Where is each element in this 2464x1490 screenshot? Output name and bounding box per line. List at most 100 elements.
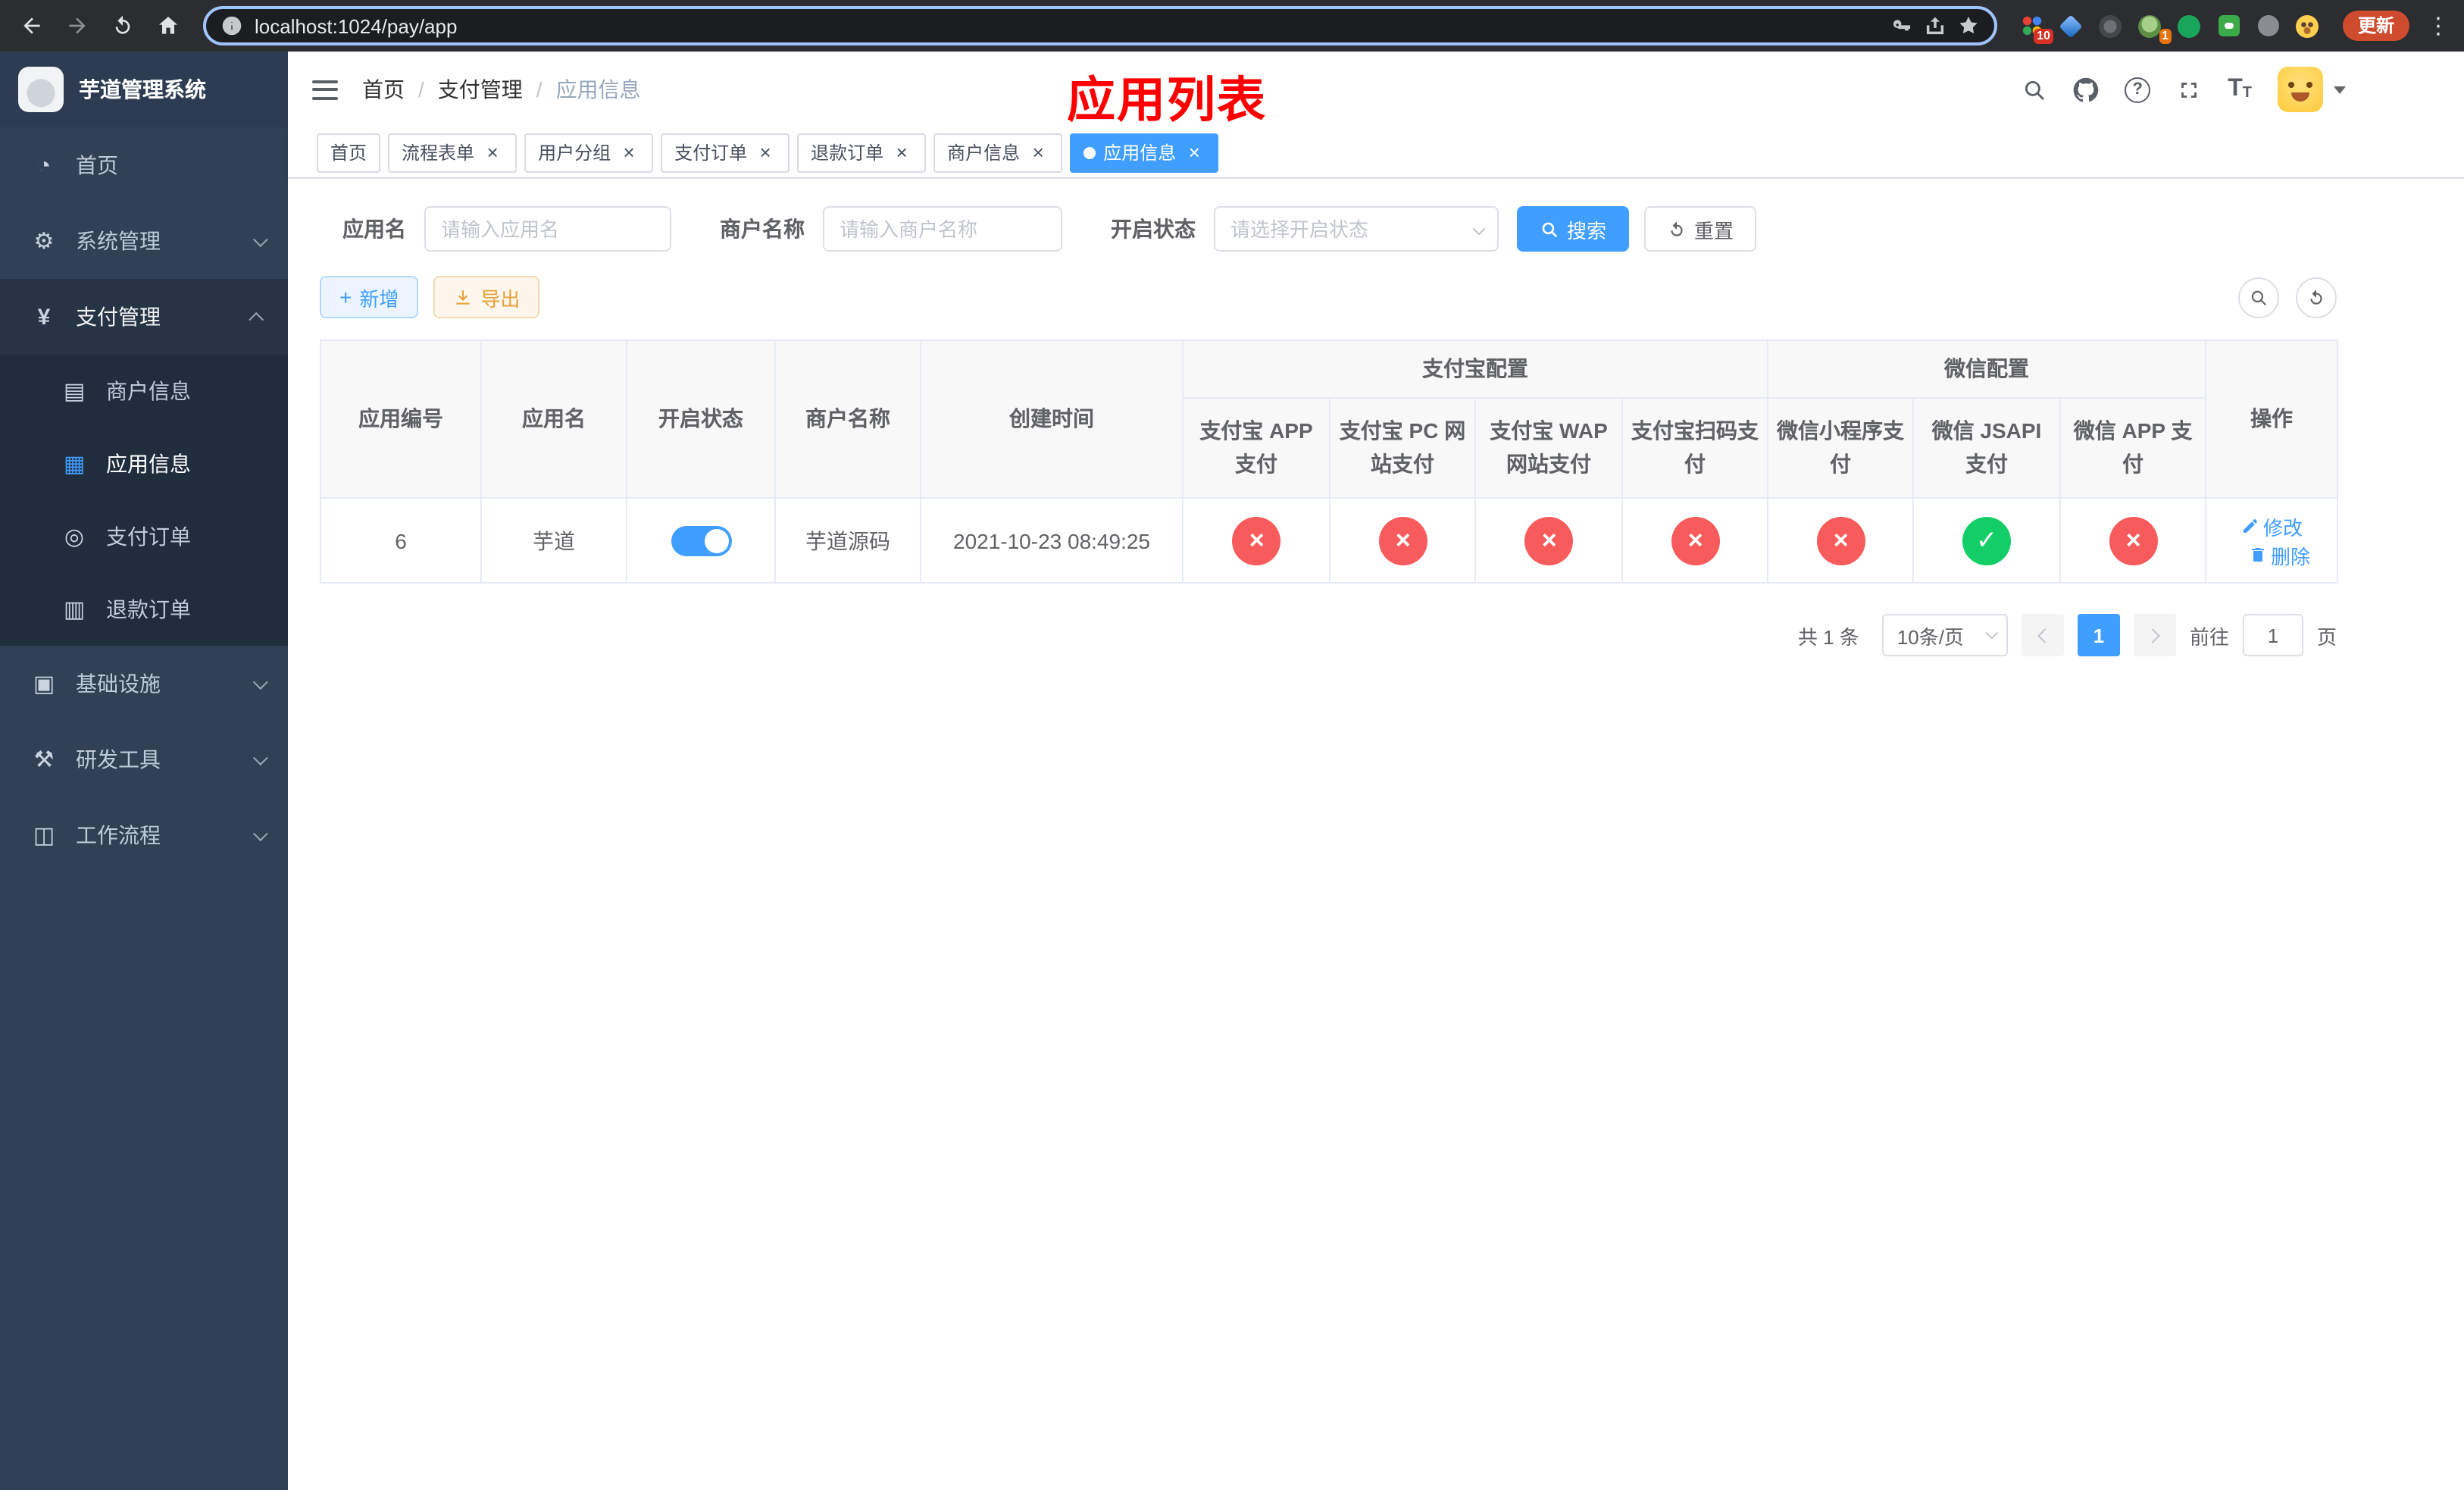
- sidebar-item-devtools[interactable]: ⚒ 研发工具: [0, 722, 288, 797]
- export-button[interactable]: 导出: [433, 276, 540, 318]
- extension-dark-icon[interactable]: [2097, 12, 2125, 39]
- extensions-area: 10 1: [2018, 12, 2322, 44]
- tab-user-group[interactable]: 用户分组 ×: [524, 133, 654, 172]
- forward-button[interactable]: [58, 6, 97, 45]
- sidebar-item-label: 首页: [76, 153, 118, 177]
- reset-button[interactable]: 重置: [1644, 206, 1757, 252]
- yen-icon: ¥: [37, 304, 51, 330]
- infrastructure-icon: ▣: [33, 671, 55, 697]
- refresh-icon: [2310, 289, 2322, 304]
- breadcrumb-item[interactable]: 支付管理: [438, 74, 523, 105]
- sidebar-collapse-icon[interactable]: [312, 80, 338, 99]
- sidebar-item-payment[interactable]: ¥ 支付管理: [0, 279, 288, 355]
- sidebar-item-system[interactable]: ⚙ 系统管理: [0, 203, 288, 279]
- tab-home[interactable]: 首页: [317, 133, 381, 172]
- back-button[interactable]: [12, 6, 52, 45]
- close-icon[interactable]: ×: [1184, 142, 1205, 163]
- goto-page-input[interactable]: [2242, 614, 2303, 656]
- sidebar-item-label: 研发工具: [76, 747, 161, 772]
- extension-green-icon[interactable]: [2176, 12, 2203, 39]
- close-icon[interactable]: ×: [891, 142, 912, 163]
- col-alipay-app: 支付宝 APP 支付: [1182, 397, 1330, 499]
- delete-link[interactable]: 删除: [2248, 540, 2310, 569]
- extension-emoji-icon[interactable]: [2294, 12, 2322, 39]
- site-info-icon[interactable]: [221, 15, 242, 36]
- app-logo: 芋道管理系统: [0, 52, 288, 127]
- table-toolbar: + 新增 导出: [320, 276, 2337, 318]
- dashboard-icon: ◔: [36, 152, 52, 178]
- tab-merchant-info[interactable]: 商户信息 ×: [933, 133, 1063, 172]
- plus-icon: +: [339, 285, 352, 309]
- page-size-select[interactable]: 10条/页: [1881, 614, 2008, 656]
- tab-pay-order[interactable]: 支付订单 ×: [661, 133, 790, 172]
- app-name-input[interactable]: [424, 206, 671, 252]
- add-button[interactable]: + 新增: [320, 276, 419, 318]
- app-title: 芋道管理系统: [79, 77, 206, 102]
- col-alipay-qr: 支付宝扫码支付: [1621, 397, 1768, 499]
- app-name-label: 应用名: [342, 217, 406, 241]
- tab-app-info-active[interactable]: 应用信息 ×: [1070, 133, 1219, 172]
- bookmark-star-icon[interactable]: [1958, 15, 1979, 36]
- sidebar-item-infrastructure[interactable]: ▣ 基础设施: [0, 646, 288, 722]
- extension-avatar-icon[interactable]: 1: [2137, 12, 2172, 44]
- sidebar-item-home[interactable]: ◔ 首页: [0, 127, 288, 203]
- fullscreen-icon[interactable]: [2176, 77, 2202, 102]
- cell-alipay-wap: ×: [1474, 497, 1623, 584]
- sidebar-item-merchant-info[interactable]: ▤ 商户信息: [0, 355, 288, 427]
- close-icon[interactable]: ×: [482, 142, 503, 163]
- refresh-icon: [1671, 221, 1683, 236]
- col-wx-mini: 微信小程序支付: [1767, 397, 1914, 499]
- sidebar-item-workflow[interactable]: ◫ 工作流程: [0, 797, 288, 873]
- sidebar-item-label: 支付管理: [76, 305, 161, 329]
- sidebar-item-app-info[interactable]: ▦ 应用信息: [0, 427, 288, 500]
- col-group-wechat: 微信配置: [1766, 340, 2207, 399]
- edit-link[interactable]: 修改: [2240, 512, 2303, 540]
- close-icon[interactable]: ×: [755, 142, 776, 163]
- merchant-name-input[interactable]: [823, 206, 1062, 252]
- toggle-search-button[interactable]: [2238, 277, 2279, 318]
- tab-process-form[interactable]: 流程表单 ×: [388, 133, 518, 172]
- user-menu[interactable]: [2278, 67, 2346, 112]
- trash-icon: [2251, 548, 2264, 562]
- extension-chat-icon[interactable]: [2215, 12, 2243, 39]
- address-bar[interactable]: localhost:1024/pay/app: [203, 6, 1997, 45]
- cell-status: [626, 497, 776, 584]
- status-select[interactable]: [1214, 206, 1499, 252]
- devtools-icon: ⚒: [33, 747, 55, 773]
- font-size-icon[interactable]: TT: [2228, 77, 2252, 102]
- enabled-toggle[interactable]: [671, 525, 731, 556]
- sidebar-item-pay-order[interactable]: ◎ 支付订单: [0, 500, 288, 573]
- password-key-icon[interactable]: [1891, 15, 1912, 36]
- search-button[interactable]: 搜索: [1517, 206, 1630, 252]
- github-icon[interactable]: [2073, 77, 2099, 102]
- col-wx-app: 微信 APP 支付: [2059, 397, 2207, 499]
- tab-refund-order[interactable]: 退款订单 ×: [797, 133, 927, 172]
- avatar[interactable]: [2278, 67, 2323, 112]
- extension-gem-icon[interactable]: [2058, 12, 2085, 39]
- refresh-table-button[interactable]: [2296, 277, 2337, 318]
- close-icon[interactable]: ×: [618, 142, 639, 163]
- help-icon[interactable]: ?: [2125, 77, 2151, 102]
- sidebar-item-refund-order[interactable]: ▥ 退款订单: [0, 573, 288, 646]
- browser-update-button[interactable]: 更新: [2342, 11, 2409, 41]
- page-number-button[interactable]: 1: [2077, 614, 2120, 656]
- active-dot: [1083, 146, 1096, 158]
- extension-pin-icon[interactable]: [2255, 12, 2282, 39]
- cell-wx-jsapi: ✓: [1912, 497, 2061, 584]
- extension-grid-icon[interactable]: 10: [2018, 12, 2053, 44]
- status-cross-icon: ×: [2109, 516, 2158, 565]
- tabs-bar: 首页 流程表单 × 用户分组 × 支付订单 × 退款订单 × 商户信息 × 应用…: [288, 127, 2464, 179]
- home-button[interactable]: [149, 6, 188, 45]
- reload-button[interactable]: [103, 6, 142, 45]
- next-page-button[interactable]: [2133, 614, 2176, 656]
- close-icon[interactable]: ×: [1027, 142, 1049, 163]
- col-alipay-pc: 支付宝 PC 网站支付: [1329, 397, 1476, 499]
- status-select-input[interactable]: [1214, 206, 1499, 252]
- share-icon[interactable]: [1925, 15, 1946, 36]
- browser-menu-button[interactable]: ⋮: [2425, 12, 2452, 39]
- download-icon: [456, 290, 471, 304]
- breadcrumb-item[interactable]: 首页: [362, 74, 405, 105]
- col-alipay-wap: 支付宝 WAP 网站支付: [1474, 397, 1623, 499]
- search-icon[interactable]: [2022, 77, 2047, 102]
- prev-page-button[interactable]: [2021, 614, 2064, 656]
